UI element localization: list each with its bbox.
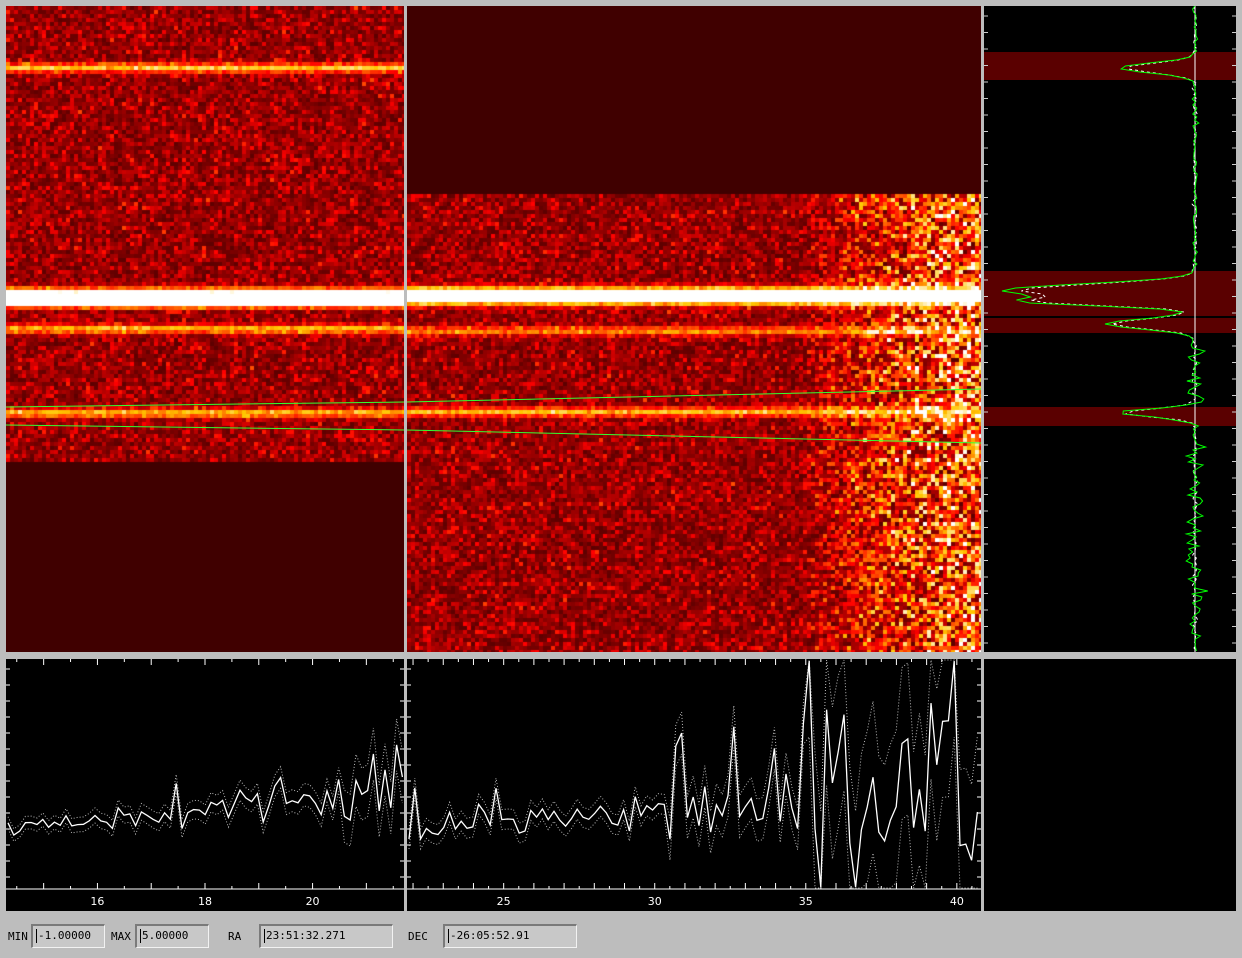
x-tick-label: 25: [497, 895, 511, 908]
extracted-spectrum-left[interactable]: 16 18 20: [6, 659, 404, 911]
max-input[interactable]: 5.00000: [135, 924, 209, 948]
x-tick-label: 20: [306, 895, 320, 908]
trace-overlay-right: [407, 388, 981, 444]
aperture-upper-line: [407, 388, 981, 403]
max-label: MAX: [111, 930, 131, 943]
x-tick-label: 18: [198, 895, 212, 908]
spatial-profile-plot[interactable]: [984, 6, 1236, 652]
spectrum-svg-left: 16 18 20: [6, 659, 404, 908]
aperture-upper-line: [6, 401, 404, 408]
spectrum-image-left[interactable]: [6, 6, 404, 652]
x-tick-label: 40: [950, 895, 964, 908]
ra-input[interactable]: 23:51:32.271: [259, 924, 393, 948]
trace-overlay-left: [6, 401, 404, 431]
empty-plot-panel: [984, 659, 1236, 911]
aperture-lower-line: [407, 429, 981, 444]
ra-label: RA: [228, 930, 242, 943]
x-tick-label: 30: [648, 895, 662, 908]
spectrum-svg-right: 25 30 35 40: [407, 659, 981, 908]
profile-svg: [984, 6, 1236, 652]
min-input[interactable]: -1.00000: [31, 924, 105, 948]
dec-input[interactable]: -26:05:52.91: [443, 924, 577, 948]
spectrum-image-right[interactable]: [407, 6, 981, 652]
x-tick-label: 16: [90, 895, 104, 908]
min-label: MIN: [8, 930, 28, 943]
aperture-lower-line: [6, 424, 404, 431]
dec-label: DEC: [408, 930, 428, 943]
x-tick-label: 35: [799, 895, 813, 908]
extracted-spectrum-right[interactable]: 25 30 35 40: [407, 659, 981, 911]
